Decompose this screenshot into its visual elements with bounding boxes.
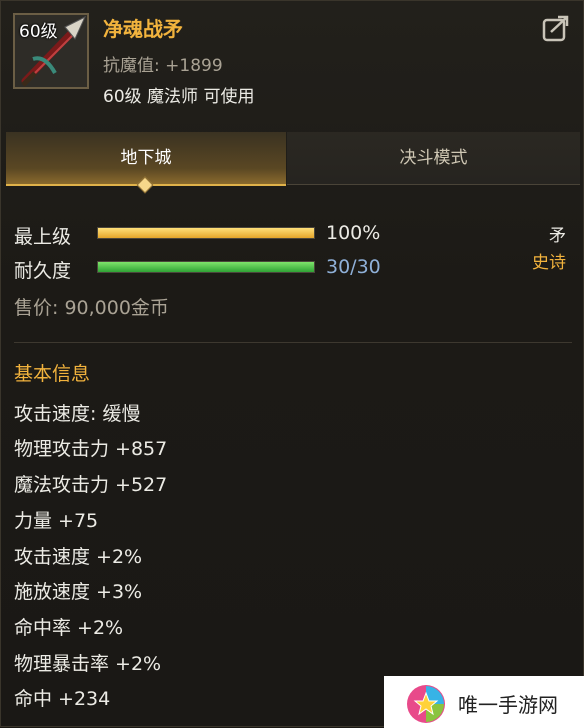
- grade-bar: [97, 227, 315, 239]
- mode-tabs: 地下城 决斗模式: [6, 132, 580, 194]
- attribute-line: 力量 +75: [14, 510, 99, 532]
- attribute-line: 命中率 +2%: [14, 617, 124, 639]
- attribute-line: 命中 +234: [14, 688, 111, 710]
- tab-duel-mode-label: 决斗模式: [399, 148, 468, 168]
- durability-label: 耐久度: [14, 260, 72, 282]
- item-name: 净魂战矛: [103, 17, 183, 41]
- weapon-type: 矛: [549, 226, 566, 246]
- sell-price: 售价: 90,000金币: [14, 297, 169, 319]
- tab-duel-mode[interactable]: 决斗模式: [287, 132, 580, 185]
- item-header: 60级 净魂战矛 抗魔值: +1899 60级 魔法师 可使用: [1, 1, 584, 119]
- rarity-label: 史诗: [532, 253, 566, 273]
- magic-resist-stat: 抗魔值: +1899: [103, 56, 223, 76]
- tab-dungeon[interactable]: 地下城: [6, 132, 286, 194]
- attribute-line: 物理攻击力 +857: [14, 438, 168, 460]
- basic-info-title: 基本信息: [14, 363, 91, 385]
- active-tab-indicator: [136, 176, 154, 194]
- section-divider: [14, 342, 572, 343]
- durability-bar: [97, 261, 315, 273]
- attribute-line: 施放速度 +3%: [14, 581, 143, 603]
- usage-requirement: 60级 魔法师 可使用: [103, 87, 255, 107]
- grade-value: 100%: [326, 222, 381, 244]
- grade-bar-fill: [98, 228, 314, 238]
- share-icon[interactable]: [542, 14, 570, 42]
- durability-bar-fill: [98, 262, 314, 272]
- item-level-badge: 60级: [19, 22, 58, 42]
- attribute-line: 攻击速度 +2%: [14, 546, 143, 568]
- grade-label: 最上级: [14, 226, 72, 248]
- tab-dungeon-label: 地下城: [120, 148, 172, 168]
- watermark-star-icon: [407, 685, 445, 723]
- attribute-line: 攻击速度: 缓慢: [14, 403, 141, 425]
- attribute-line: 魔法攻击力 +527: [14, 474, 168, 496]
- durability-value: 30/30: [326, 256, 381, 278]
- attribute-line: 物理暴击率 +2%: [14, 653, 162, 675]
- item-tooltip-panel: 60级 净魂战矛 抗魔值: +1899 60级 魔法师 可使用 地下城 决斗模式…: [0, 0, 584, 728]
- item-icon-frame: 60级: [13, 13, 89, 89]
- watermark-text: 唯一手游网: [458, 693, 558, 717]
